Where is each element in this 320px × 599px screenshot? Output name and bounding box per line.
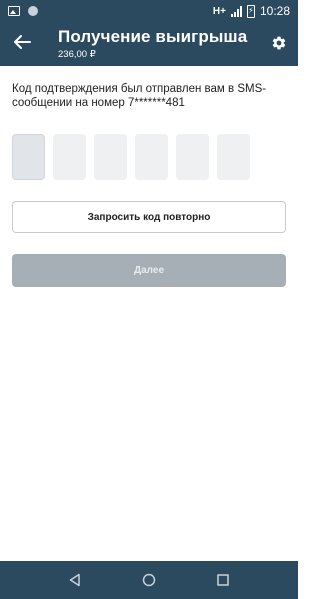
recents-square-icon (217, 574, 229, 586)
home-circle-icon (142, 573, 156, 587)
app-header: Получение выигрыша 236,00 ₽ (0, 22, 298, 66)
nav-back-button[interactable] (63, 568, 87, 592)
nav-recents-button[interactable] (211, 568, 235, 592)
code-digit-input[interactable] (135, 134, 168, 180)
status-bar: H+ ⚡ 10:28 (0, 0, 298, 22)
code-digit-input[interactable] (176, 134, 209, 180)
page-title: Получение выигрыша (58, 27, 248, 46)
gear-icon (272, 36, 286, 50)
notification-icons (8, 6, 38, 16)
resend-code-button[interactable]: Запросить код повторно (12, 201, 286, 233)
back-triangle-icon (69, 573, 80, 587)
code-digit-input[interactable] (94, 134, 127, 180)
code-digit-input[interactable] (12, 134, 45, 180)
win-amount: 236,00 ₽ (58, 49, 96, 60)
settings-button[interactable] (270, 34, 288, 52)
code-digit-input[interactable] (217, 134, 250, 180)
back-button[interactable] (10, 30, 34, 54)
next-button[interactable]: Далее (12, 254, 286, 287)
image-icon (8, 6, 20, 16)
code-digit-input[interactable] (53, 134, 86, 180)
battery-charging-icon: ⚡ (246, 4, 255, 18)
network-type-label: H+ (212, 5, 226, 17)
signal-icon (230, 5, 242, 17)
arrow-left-icon (14, 35, 31, 49)
circle-icon (28, 6, 38, 16)
status-indicators: H+ ⚡ 10:28 (213, 4, 290, 18)
system-nav-bar (0, 561, 298, 599)
sms-confirmation-message: Код подтверждения был отправлен вам в SM… (12, 83, 267, 109)
nav-home-button[interactable] (137, 568, 161, 592)
code-input-group (12, 134, 250, 180)
clock: 10:28 (259, 4, 290, 18)
